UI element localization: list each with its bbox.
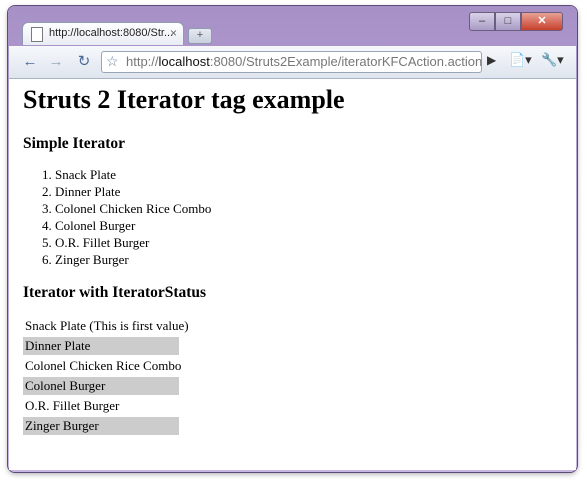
simple-iterator-heading: Simple Iterator — [23, 135, 126, 152]
reload-icon[interactable]: ↻ — [75, 52, 93, 72]
page-title: Struts 2 Iterator tag example — [23, 85, 345, 114]
forward-arrow-icon[interactable]: → — [47, 52, 65, 72]
minimize-button[interactable]: – — [469, 12, 495, 31]
page-menu-icon[interactable]: 📄▾ — [509, 52, 532, 68]
new-tab-button[interactable]: + — [188, 28, 212, 44]
status-iterator-heading: Iterator with IteratorStatus — [23, 284, 207, 301]
back-arrow-icon[interactable]: ← — [21, 52, 39, 72]
status-iterator-table: Snack Plate (This is first value) Dinner… — [23, 317, 189, 437]
list-item: Dinner Plate — [55, 183, 211, 200]
simple-iterator-list: Snack Plate Dinner Plate Colonel Chicken… — [23, 166, 211, 268]
list-item: Snack Plate — [55, 166, 211, 183]
table-row: O.R. Fillet Burger — [25, 398, 120, 413]
browser-toolbar: ← → ↻ ☆ http://localhost:8080/Struts2Exa… — [9, 46, 576, 79]
page-icon — [31, 27, 43, 42]
list-item: O.R. Fillet Burger — [55, 234, 211, 251]
table-row: Dinner Plate — [23, 337, 179, 355]
star-icon[interactable]: ☆ — [106, 53, 119, 70]
go-icon[interactable]: ▶ — [487, 53, 496, 67]
address-bar[interactable]: ☆ http://localhost:8080/Struts2Example/i… — [101, 51, 482, 73]
url-text[interactable]: http://localhost:8080/Struts2Example/ite… — [126, 54, 482, 69]
table-row: Snack Plate (This is first value) — [25, 318, 189, 333]
list-item: Zinger Burger — [55, 251, 211, 268]
table-row: Zinger Burger — [23, 417, 179, 435]
wrench-menu-icon[interactable]: 🔧▾ — [541, 52, 564, 68]
close-window-button[interactable]: ✕ — [521, 12, 563, 31]
table-row: Colonel Burger — [23, 377, 179, 395]
tab-title: http://localhost:8080/Str... — [49, 27, 174, 39]
tab-close-icon[interactable]: × — [170, 26, 177, 40]
browser-tab[interactable]: http://localhost:8080/Str... × — [22, 22, 184, 45]
window-controls: – □ ✕ — [469, 12, 563, 31]
list-item: Colonel Chicken Rice Combo — [55, 200, 211, 217]
page-content: Struts 2 Iterator tag example Simple Ite… — [9, 79, 576, 470]
maximize-button[interactable]: □ — [495, 12, 521, 31]
list-item: Colonel Burger — [55, 217, 211, 234]
table-row: Colonel Chicken Rice Combo — [25, 358, 182, 373]
